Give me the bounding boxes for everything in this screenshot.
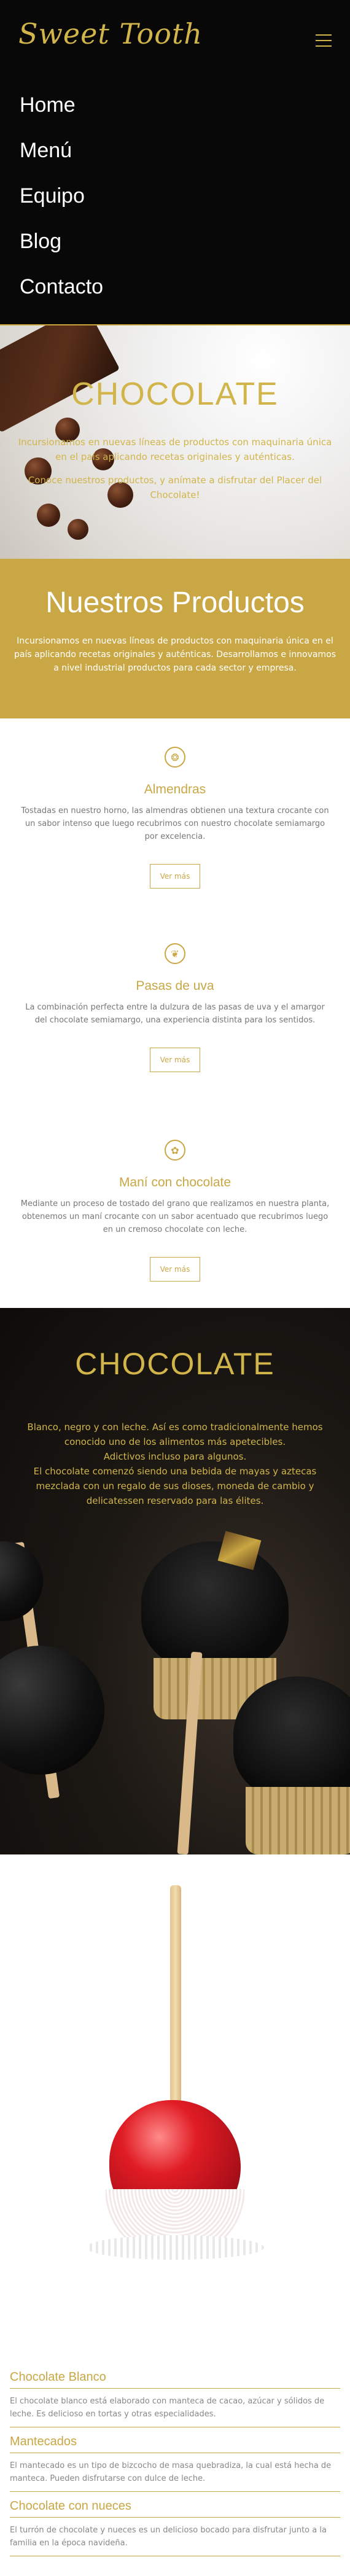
hero-paragraph: Conoce nuestros productos, y anímate a d… <box>28 475 322 500</box>
info-block: Chocolate Blanco El chocolate blanco est… <box>10 2370 340 2427</box>
top-bar: Sweet Tooth <box>0 0 350 80</box>
nav-equipo[interactable]: Equipo <box>0 173 350 219</box>
peanut-icon: ✿ <box>165 1140 185 1161</box>
banner-paragraph: El chocolate comenzó siendo una bebida d… <box>33 1466 317 1506</box>
candy-apple-image <box>0 1854 350 2370</box>
nav-home[interactable]: Home <box>0 82 350 128</box>
menu-icon[interactable] <box>316 34 332 47</box>
cake-pop <box>0 1646 104 1775</box>
main-nav: Home Menú Equipo Blog Contacto <box>0 80 350 324</box>
ver-mas-button[interactable]: Ver más <box>149 1048 201 1072</box>
banner-paragraph: Adictivos incluso para algunos. <box>103 1451 247 1462</box>
info-text: El turrón de chocolate y nueces es un de… <box>10 2526 327 2548</box>
banner-text: Blanco, negro y con leche. Así es como t… <box>12 1420 338 1508</box>
info-title: Chocolate Blanco <box>10 2370 340 2389</box>
hero-section: CHOCOLATE Incursionamos en nuevas líneas… <box>0 325 350 559</box>
product-desc: Tostadas en nuestro horno, las almendras… <box>21 806 329 841</box>
hero-text: Incursionamos en nuevas líneas de produc… <box>14 435 336 511</box>
doily <box>86 2235 264 2260</box>
info-title: Mantecados <box>10 2435 340 2453</box>
ver-mas-button[interactable]: Ver más <box>149 864 201 889</box>
product-desc: La combinación perfecta entre la dulzura… <box>25 1003 325 1025</box>
nav-contacto[interactable]: Contacto <box>0 264 350 309</box>
grape-icon: ❦ <box>165 943 185 964</box>
info-section: Chocolate Blanco El chocolate blanco est… <box>0 2370 350 2576</box>
nut-icon: ❂ <box>165 747 185 768</box>
info-text: El mantecado es un tipo de bizcocho de m… <box>10 2461 332 2483</box>
cupcake-image <box>233 1676 350 1799</box>
product-name: Maní con chocolate <box>119 1175 231 1189</box>
product-desc: Mediante un proceso de tostado del grano… <box>20 1199 330 1234</box>
ver-mas-button[interactable]: Ver más <box>149 1257 201 1282</box>
products-intro: Incursionamos en nuevas líneas de produc… <box>14 636 336 673</box>
products-header: Nuestros Productos Incursionamos en nuev… <box>0 559 350 718</box>
info-block: Mantecados El mantecado es un tipo de bi… <box>10 2435 340 2492</box>
info-title: Chocolate con nueces <box>10 2499 340 2518</box>
product-card: ❂ Almendras Tostadas en nuestro horno, l… <box>0 718 350 915</box>
info-text: El chocolate blanco está elaborado con m… <box>10 2397 325 2419</box>
products-list: ❂ Almendras Tostadas en nuestro horno, l… <box>0 718 350 1308</box>
product-name: Almendras <box>144 782 206 796</box>
cake-pop <box>0 1541 43 1621</box>
product-card: ✿ Maní con chocolate Mediante un proceso… <box>0 1111 350 1308</box>
hero-title: CHOCOLATE <box>71 376 279 412</box>
product-card: ❦ Pasas de uva La combinación perfecta e… <box>0 915 350 1111</box>
banner-paragraph: Blanco, negro y con leche. Así es como t… <box>27 1422 323 1447</box>
chocolate-banner: CHOCOLATE Blanco, negro y con leche. Así… <box>0 1308 350 1854</box>
cupcake-liner <box>246 1787 350 1854</box>
nav-menu[interactable]: Menú <box>0 128 350 173</box>
apple-stick <box>170 1885 181 2137</box>
hero-paragraph: Incursionamos en nuevas líneas de produc… <box>18 437 332 462</box>
chocolate-ball <box>68 519 88 540</box>
products-title: Nuestros Productos <box>45 586 305 619</box>
banner-title: CHOCOLATE <box>75 1347 275 1381</box>
cupcake-image <box>141 1541 289 1670</box>
product-name: Pasas de uva <box>136 979 214 993</box>
nav-blog[interactable]: Blog <box>0 219 350 264</box>
info-block: Chocolate con nueces El turrón de chocol… <box>10 2499 340 2556</box>
logo[interactable]: Sweet Tooth <box>18 17 203 50</box>
